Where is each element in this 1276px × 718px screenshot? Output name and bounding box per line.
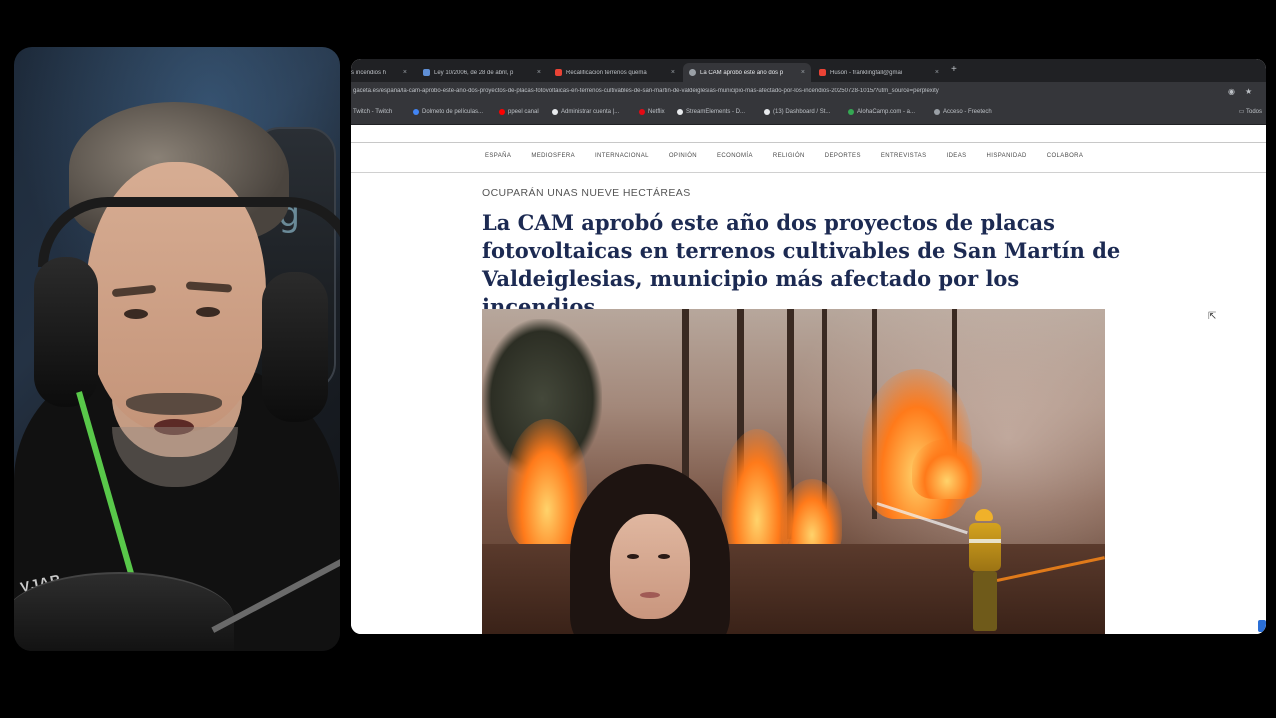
eye-right (196, 307, 220, 317)
url-text[interactable]: gaceta.es/espana/la-cam-aprobo-este-ano-… (353, 88, 1213, 94)
nav-mediosfera[interactable]: MEDIOSFERA (531, 153, 575, 159)
divider (351, 172, 1266, 173)
nav-opinion[interactable]: OPINIÓN (669, 153, 697, 159)
firefighter (967, 509, 1003, 634)
new-tab-button[interactable]: + (951, 64, 957, 75)
tab-gaceta-article[interactable]: La CAM aprobó este año dos p × (683, 63, 811, 82)
address-bar[interactable]: gaceta.es/espana/la-cam-aprobo-este-ano-… (351, 82, 1266, 103)
bookmark-item[interactable]: ppeel canal (499, 109, 539, 115)
nav-colabora[interactable]: COLABORA (1047, 153, 1084, 159)
tree-trunk (822, 309, 827, 509)
person-eye-left (627, 554, 639, 559)
all-bookmarks-folder[interactable]: ▭ Todos (1239, 108, 1262, 115)
tab-label: La CAM aprobó este año dos p (700, 69, 784, 76)
bookmark-label: AlohaCamp.com - a... (857, 109, 916, 115)
bookmark-label: Acceso - Freetech (943, 109, 992, 115)
scrollbar-thumb[interactable] (1258, 620, 1266, 632)
article-page: ESPAÑA MEDIOSFERA INTERNACIONAL OPINIÓN … (351, 125, 1266, 634)
nav-espana[interactable]: ESPAÑA (485, 153, 511, 159)
reflective-stripe (969, 539, 1001, 543)
tab-label: Huson - franklingfall@gmai (830, 69, 903, 76)
extension-icon[interactable]: ◉ (1228, 87, 1235, 96)
eye-left (124, 309, 148, 319)
divider (351, 142, 1266, 143)
bookmark-label: (13) Dashboard / St... (773, 109, 831, 115)
article-hero-image (482, 309, 1105, 634)
cursor-icon: ⇱ (1208, 311, 1217, 322)
folder-label: Todos (1245, 109, 1262, 115)
person-face (610, 514, 690, 619)
tab-gmail-recalificacion[interactable]: Recalificacion terrenos quema × (549, 63, 681, 82)
bookmark-item[interactable]: Acceso - Freetech (934, 109, 992, 115)
gmail-icon (819, 69, 826, 76)
close-icon[interactable]: × (935, 69, 939, 76)
webcam-feed: g VJAR (14, 47, 340, 651)
nav-ideas[interactable]: IDEAS (947, 153, 967, 159)
bookmark-label: Netflix (648, 109, 665, 115)
tab-gmail-huson[interactable]: Huson - franklingfall@gmai × (813, 63, 945, 82)
bookmark-icon (413, 109, 419, 115)
firefighter-legs (973, 571, 997, 631)
bookmark-item[interactable]: (13) Dashboard / St... (764, 109, 830, 115)
headphones-band (38, 197, 340, 267)
gmail-icon (555, 69, 562, 76)
bookmark-item[interactable]: AlohaCamp.com - a... (848, 109, 915, 115)
bookmark-item[interactable]: Netflix (639, 109, 665, 115)
tab-ley[interactable]: Ley 10/2006, de 28 de abril, p × (417, 63, 547, 82)
bookmark-item[interactable]: StreamElements - D... (677, 109, 745, 115)
star-icon[interactable]: ★ (1245, 87, 1252, 96)
article-headline: La CAM aprobó este año dos proyectos de … (482, 210, 1121, 319)
bookmark-item[interactable]: Twitch - Twitch (353, 109, 392, 115)
close-icon[interactable]: × (537, 69, 541, 76)
mustache (126, 393, 222, 415)
firefighter-jacket (969, 523, 1001, 571)
nav-deportes[interactable]: DEPORTES (825, 153, 861, 159)
tab-label: s incendios h (351, 69, 387, 76)
person-lips (640, 592, 660, 598)
globe-icon (934, 109, 940, 115)
tab-strip: s incendios h × Ley 10/2006, de 28 de ab… (351, 59, 1266, 82)
bookmark-label: Twitch - Twitch (353, 109, 393, 115)
dashboard-icon (764, 109, 770, 115)
bookmark-item[interactable]: Dolmeto de películas... (413, 109, 483, 115)
document-icon (423, 69, 430, 76)
person-eye-right (658, 554, 670, 559)
bookmark-label: StreamElements - D... (686, 109, 746, 115)
close-icon[interactable]: × (671, 69, 675, 76)
tab-label: Ley 10/2006, de 28 de abril, p (434, 69, 514, 76)
section-nav: ESPAÑA MEDIOSFERA INTERNACIONAL OPINIÓN … (485, 153, 1103, 159)
tab-incendios[interactable]: s incendios h × (351, 63, 413, 82)
netflix-icon (639, 109, 645, 115)
folder-icon: ▭ (1238, 109, 1246, 115)
bookmark-label: ppeel canal (508, 109, 539, 115)
alohacamp-icon (848, 109, 854, 115)
fire (912, 439, 982, 499)
google-icon (552, 109, 558, 115)
bookmark-item[interactable]: Administrar cuenta |... (552, 109, 619, 115)
bookmark-label: Dolmeto de películas... (422, 109, 484, 115)
bookmark-label: Administrar cuenta |... (561, 109, 620, 115)
nav-religion[interactable]: RELIGIÓN (773, 153, 805, 159)
bookmarks-bar: Twitch - Twitch Dolmeto de películas... … (351, 103, 1266, 125)
nav-hispanidad[interactable]: HISPANIDAD (987, 153, 1027, 159)
close-icon[interactable]: × (801, 69, 805, 76)
headphone-cup-right (262, 272, 328, 422)
headphone-cup-left (34, 257, 98, 407)
browser-window: s incendios h × Ley 10/2006, de 28 de ab… (351, 59, 1266, 634)
streamelements-icon (677, 109, 683, 115)
tab-label: Recalificacion terrenos quema (566, 69, 647, 76)
nav-internacional[interactable]: INTERNACIONAL (595, 153, 649, 159)
nav-entrevistas[interactable]: ENTREVISTAS (881, 153, 927, 159)
nav-economia[interactable]: ECONOMÍA (717, 153, 753, 159)
close-icon[interactable]: × (403, 69, 407, 76)
firefighter-helmet (975, 509, 993, 521)
article-kicker: OCUPARÁN UNAS NUEVE HECTÁREAS (482, 187, 691, 199)
youtube-icon (499, 109, 505, 115)
gaceta-icon (689, 69, 696, 76)
